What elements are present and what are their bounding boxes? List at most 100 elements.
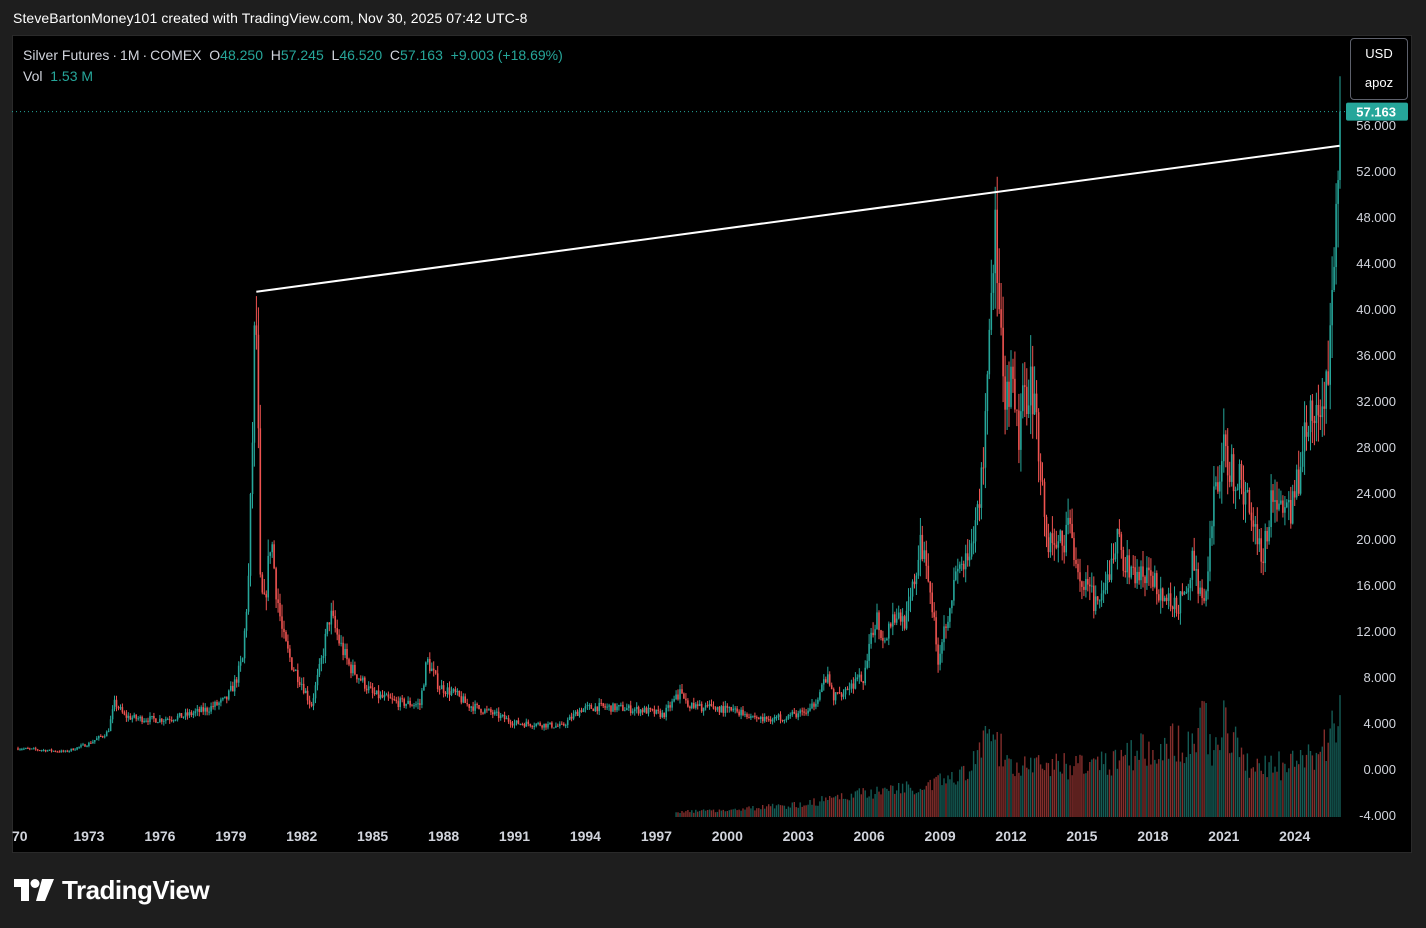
candle-body <box>180 713 183 718</box>
candle-body <box>411 705 413 707</box>
volume-bar <box>1132 770 1134 817</box>
currency-unit-selector[interactable]: USD apoz <box>1350 38 1408 100</box>
candle-body <box>791 711 794 715</box>
candle-body <box>685 698 687 701</box>
candle-body <box>94 740 96 742</box>
symbol-name[interactable]: Silver Futures <box>23 47 109 63</box>
price-chart[interactable]: -4.000 0.000 4.000 8.000 12.000 16.000 20.000 2… <box>12 35 1412 853</box>
candle-body <box>708 704 711 707</box>
volume-bar <box>1201 700 1203 817</box>
candle-body <box>1297 469 1300 494</box>
candle-body <box>543 723 545 728</box>
candle-body <box>279 603 281 617</box>
volume-bar <box>1262 774 1264 817</box>
chart-legend: Silver Futures · 1M · COMEX O48.250 H57.245 … <box>23 45 563 87</box>
candle-body <box>724 705 727 713</box>
candle-body <box>328 622 331 625</box>
volume-bar <box>1035 757 1038 817</box>
volume-bar <box>1169 726 1172 817</box>
candle-body <box>1236 488 1239 491</box>
volume-bar <box>1110 775 1113 817</box>
volume-bar <box>1164 737 1166 817</box>
candle-body <box>76 747 78 750</box>
candle-body <box>584 706 587 709</box>
currency-label[interactable]: USD <box>1351 39 1407 68</box>
time-axis[interactable]: 70 1973 1976 1979 1982 1985 1988 1991 1994 1997 20… <box>12 828 1310 844</box>
volume-bar <box>1272 772 1274 817</box>
candle-body <box>174 719 177 721</box>
candle-body <box>496 711 498 713</box>
candle-body <box>1331 290 1333 326</box>
candle-body <box>186 712 189 716</box>
candle-body <box>832 689 835 701</box>
candle-body <box>1165 597 1168 601</box>
candle-body <box>631 711 634 713</box>
candle-body <box>484 709 486 714</box>
candle-body <box>247 575 250 612</box>
volume-bar <box>831 797 833 817</box>
candle-body <box>204 707 206 712</box>
candle-body <box>34 748 37 750</box>
x-tick-label: 2006 <box>854 828 885 844</box>
volume-bar <box>1138 759 1140 817</box>
volume-bar <box>714 812 717 817</box>
candle-body <box>230 685 232 691</box>
candle-body <box>427 659 429 663</box>
volume-bar <box>982 730 985 817</box>
candle-body <box>220 699 222 703</box>
candle-body <box>1183 592 1186 595</box>
candle-body <box>673 699 675 702</box>
candle-body <box>675 694 677 699</box>
candle-body <box>578 710 581 716</box>
candle-body <box>505 718 508 720</box>
volume-bar <box>801 806 803 817</box>
candle-body <box>1024 385 1026 387</box>
candle-body <box>241 658 244 662</box>
price-axis[interactable]: -4.000 0.000 4.000 8.000 12.000 16.000 20.000 2… <box>1356 118 1396 823</box>
candle-body <box>1240 464 1243 480</box>
volume-bar <box>890 785 892 817</box>
candle-body <box>854 678 857 689</box>
candle-body <box>929 581 931 593</box>
candle-body <box>210 706 212 712</box>
candle-body <box>663 712 665 718</box>
volume-row: Vol 1.53 M <box>23 66 563 87</box>
trendline[interactable] <box>256 144 1340 293</box>
candle-body <box>1301 451 1304 467</box>
candle-body <box>966 553 969 561</box>
candle-body <box>287 641 289 649</box>
candle-body <box>425 662 427 686</box>
candle-body <box>1071 523 1073 539</box>
candle-body <box>1335 203 1337 267</box>
candle-body <box>689 706 691 709</box>
candle-body <box>744 714 746 716</box>
candle-body <box>937 644 939 665</box>
candle-body <box>809 708 811 711</box>
candle-body <box>836 692 839 694</box>
candle-body <box>984 411 987 468</box>
volume-bar <box>740 810 742 817</box>
candle-body <box>1325 371 1327 409</box>
volume-bar <box>1071 775 1073 817</box>
volume-bar <box>764 808 766 817</box>
candle-body <box>1256 524 1259 545</box>
candle-body <box>235 679 238 683</box>
candle-body <box>362 677 364 681</box>
candle-body <box>1221 461 1223 482</box>
unit-label[interactable]: apoz <box>1351 68 1407 97</box>
candle-body <box>492 712 494 715</box>
volume-bar <box>1026 767 1028 817</box>
candle-body <box>511 724 514 726</box>
candle-body <box>811 703 813 709</box>
candle-body <box>1270 490 1272 527</box>
candle-body <box>945 626 947 628</box>
candle-body <box>450 691 453 696</box>
candle-body <box>525 721 528 727</box>
candle-body <box>1305 422 1308 437</box>
tradingview-logo[interactable]: TradingView <box>14 874 210 906</box>
candle-body <box>539 722 541 726</box>
candle-body <box>320 658 323 665</box>
volume-bar <box>1333 723 1335 817</box>
volume-bar <box>1229 753 1231 817</box>
candle-body <box>82 744 84 746</box>
